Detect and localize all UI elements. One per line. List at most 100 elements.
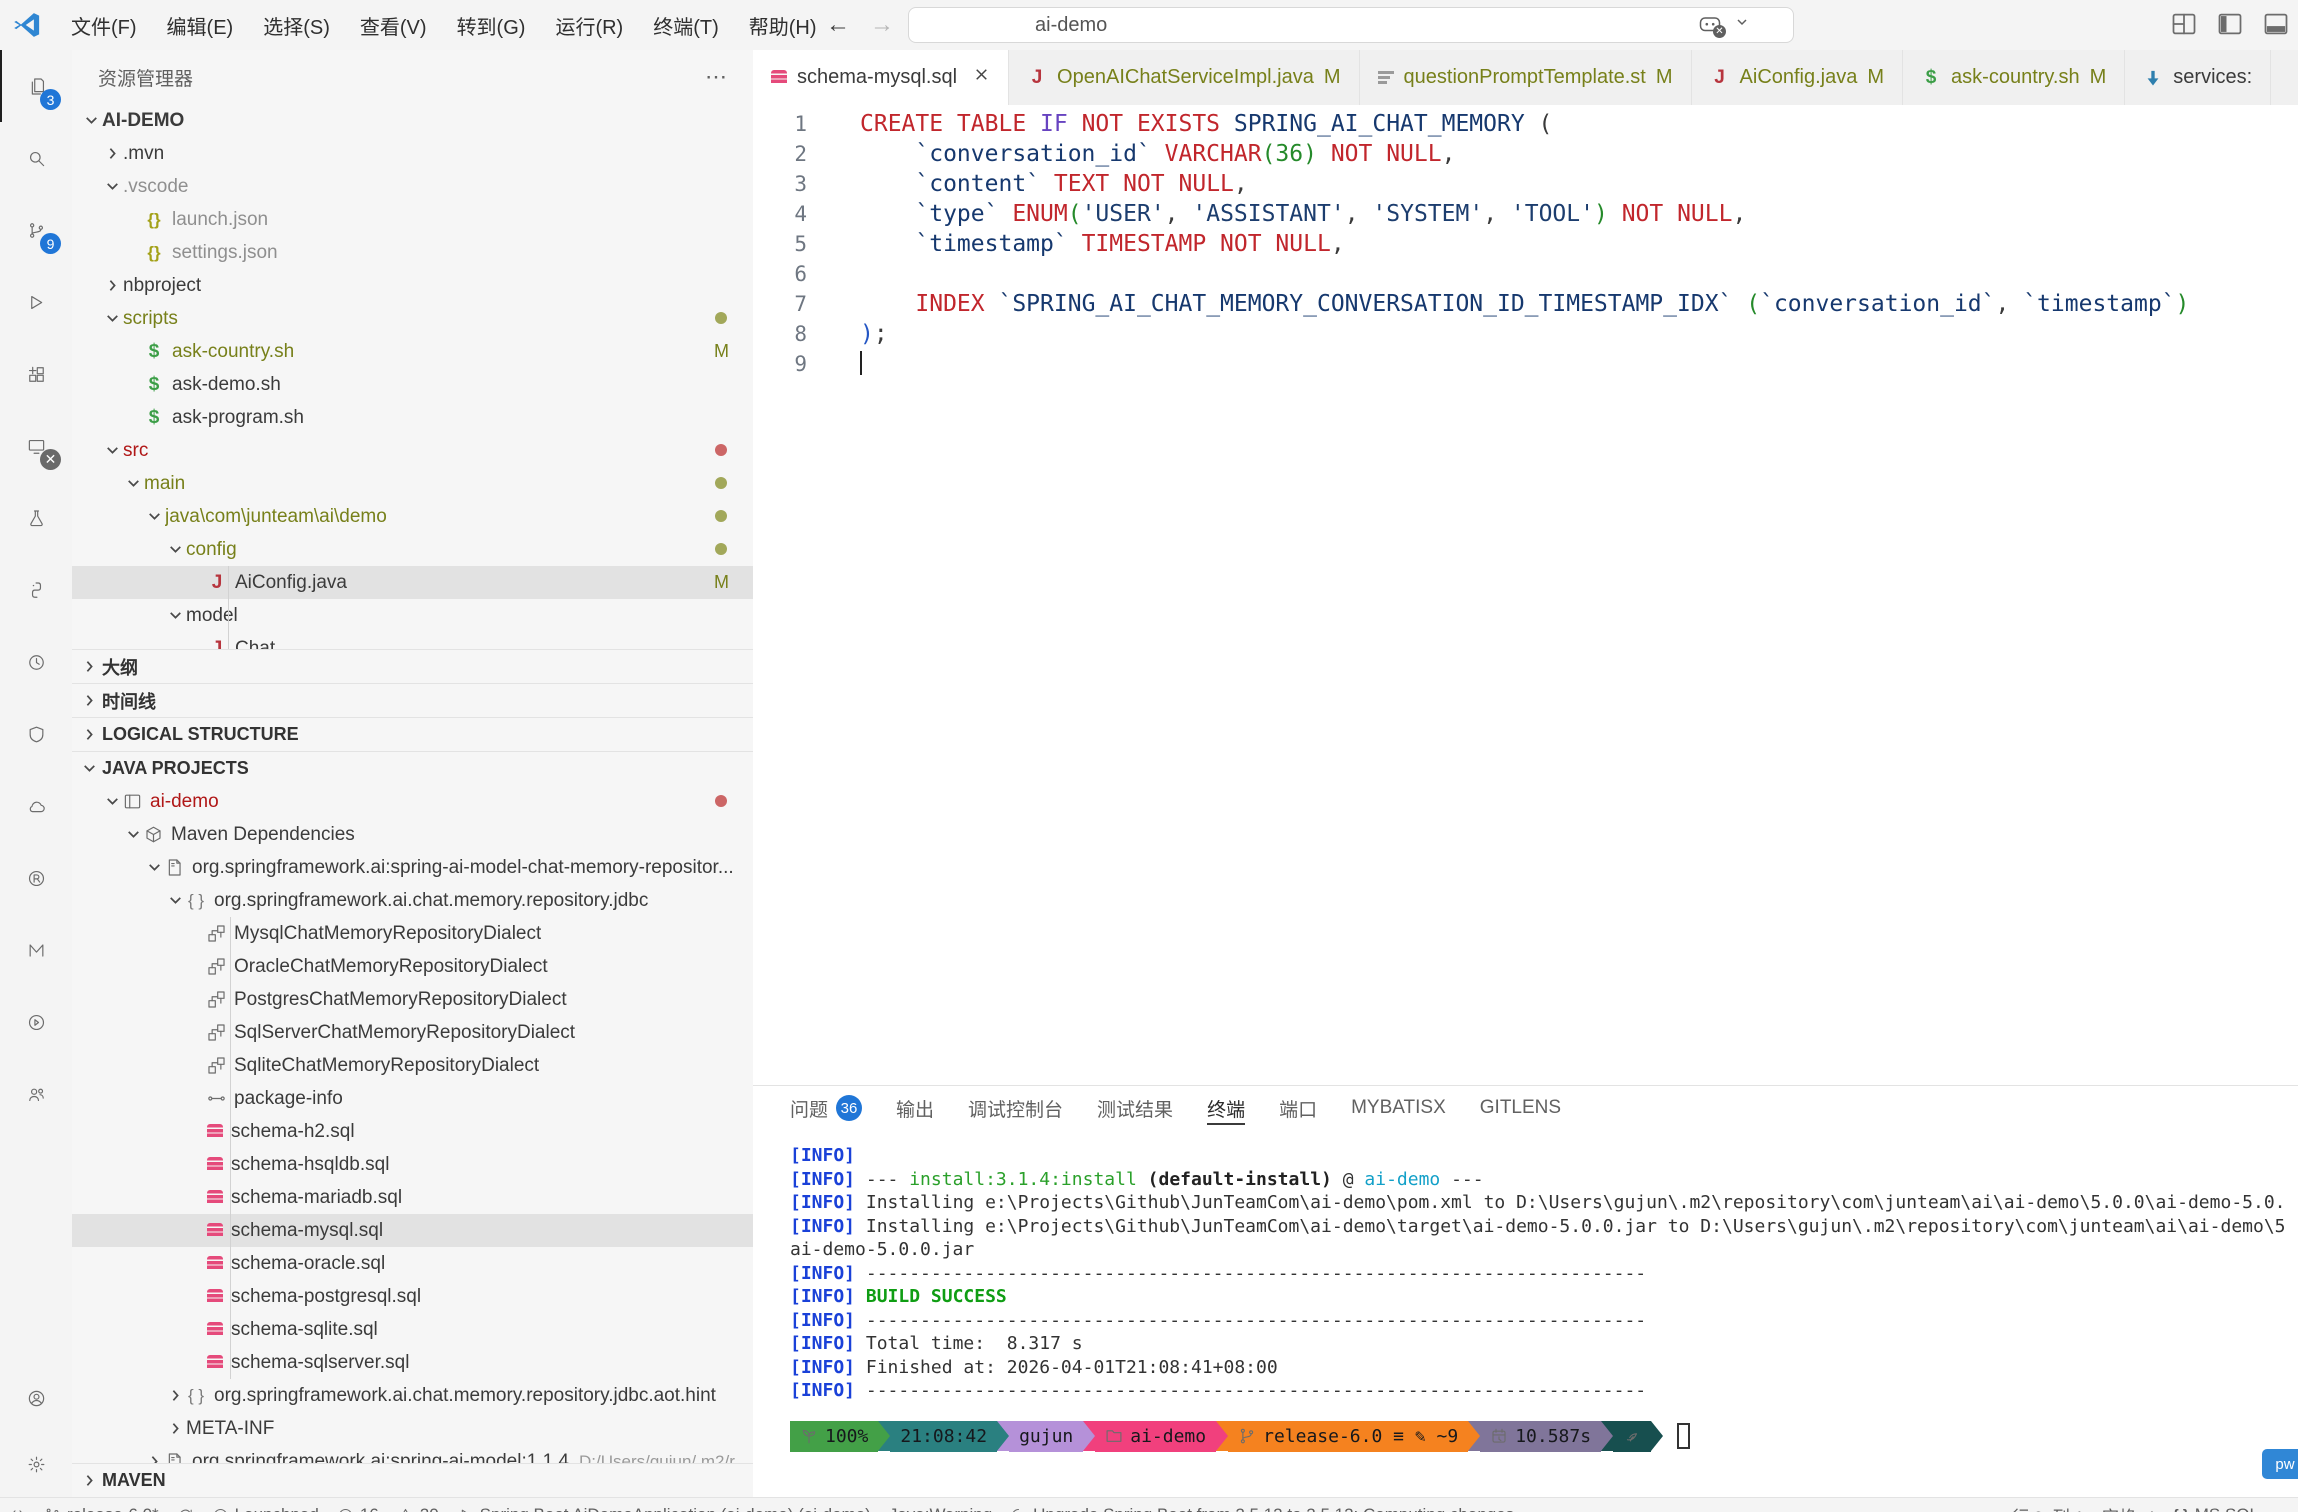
jp-schema-sqlserver-sql[interactable]: schema-sqlserver.sql [72, 1346, 753, 1379]
activity-live-share[interactable] [0, 1058, 72, 1130]
file-scripts[interactable]: scripts [72, 302, 753, 335]
activity-settings[interactable] [0, 1431, 72, 1497]
jp-sqlserverchatmemoryrepositorydialect[interactable]: SqlServerChatMemoryRepositoryDialect [72, 1016, 753, 1049]
panel-tab-item[interactable]: 测试结果 [1097, 1086, 1173, 1130]
panel-tab-item[interactable]: 输出 [896, 1086, 934, 1130]
jp-org-springframework-ai-chat-memory-repos[interactable]: { } org.springframework.ai.chat.memory.re… [72, 1379, 753, 1412]
jp-org-springframework-ai-chat-memory-repos[interactable]: { } org.springframework.ai.chat.memory.re… [72, 884, 753, 917]
file-config[interactable]: config [72, 533, 753, 566]
file-java-com-junteam-ai-demo[interactable]: java\com\junteam\ai\demo [72, 500, 753, 533]
section-java-projects[interactable]: JAVA PROJECTS [72, 751, 753, 785]
terminal-output[interactable]: [INFO] [INFO] --- install:3.1.4:install (… [753, 1130, 2298, 1403]
file-settings-json[interactable]: {} settings.json [72, 236, 753, 269]
menu-h[interactable]: 帮助(H) [734, 0, 832, 50]
panel-tab-item[interactable]: 端口 [1279, 1086, 1317, 1130]
file-ask-program-sh[interactable]: $ ask-program.sh [72, 401, 753, 434]
menu-f[interactable]: 文件(F) [56, 0, 152, 50]
toggle-panel-icon[interactable] [2262, 10, 2290, 38]
status-problems-errors[interactable]: 16 [328, 1505, 388, 1512]
panel-tab-item[interactable]: 调试控制台 [968, 1086, 1063, 1130]
activity-gradle[interactable] [0, 986, 72, 1058]
jp-maven-dependencies[interactable]: Maven Dependencies [72, 818, 753, 851]
jp-package-info[interactable]: package-info [72, 1082, 753, 1115]
back-button[interactable]: ← [820, 11, 856, 39]
panel-tab-mybatisx[interactable]: MYBATISX [1351, 1086, 1446, 1130]
jp-meta-inf[interactable]: META-INF [72, 1412, 753, 1445]
customize-layout-icon[interactable] [2170, 10, 2198, 38]
status-language-mode[interactable]: { } MS SQL [2164, 1503, 2268, 1512]
section-maven[interactable]: MAVEN [72, 1463, 753, 1497]
status-remote[interactable] [0, 1505, 35, 1512]
menu-t[interactable]: 终端(T) [638, 0, 734, 50]
activity-python[interactable] [0, 554, 72, 626]
file-nbproject[interactable]: nbproject [72, 269, 753, 302]
terminal-profile-badge[interactable]: pw [2262, 1449, 2298, 1479]
menu-r[interactable]: 运行(R) [540, 0, 638, 50]
tab-openaichatserviceimpl-java[interactable]: J OpenAIChatServiceImpl.java M [1009, 50, 1360, 105]
tab-schema-mysql-sql[interactable]: schema-mysql.sql [753, 50, 1010, 105]
activity-history[interactable] [0, 626, 72, 698]
file-chat[interactable]: J Chat [72, 632, 753, 650]
jp-schema-sqlite-sql[interactable]: schema-sqlite.sql [72, 1313, 753, 1346]
status-upgrade-progress[interactable]: Upgrade Spring Boot from 2.5.12 to 2.5.1… [1001, 1505, 1537, 1512]
jp-schema-oracle-sql[interactable]: schema-oracle.sql [72, 1247, 753, 1280]
activity-cloud[interactable] [0, 770, 72, 842]
jp-sqlitechatmemoryrepositorydialect[interactable]: SqliteChatMemoryRepositoryDialect [72, 1049, 753, 1082]
tab-questionprompttemplate-st[interactable]: questionPromptTemplate.st M [1359, 50, 1692, 105]
toggle-primary-sidebar-icon[interactable] [2216, 10, 2244, 38]
jp-org-springframework-ai-spring-ai-model-c[interactable]: org.springframework.ai:spring-ai-model-c… [72, 851, 753, 884]
status-spring-boot-run[interactable]: Spring Boot AiDemoApplication (ai-demo) … [448, 1505, 880, 1512]
file-aiconfig-java[interactable]: J AiConfig.java M [72, 566, 753, 599]
file-main[interactable]: main [72, 467, 753, 500]
forward-button[interactable]: → [864, 11, 900, 39]
status-git-sync[interactable] [168, 1505, 203, 1512]
section-item[interactable]: 时间线 [72, 683, 753, 717]
file-ask-country-sh[interactable]: $ ask-country.sh M [72, 335, 753, 368]
file-vscode[interactable]: .vscode [72, 170, 753, 203]
command-center-search[interactable] [908, 7, 1794, 43]
jp-schema-postgresql-sql[interactable]: schema-postgresql.sql [72, 1280, 753, 1313]
jp-schema-mysql-sql[interactable]: schema-mysql.sql [72, 1214, 753, 1247]
panel-tab-gitlens[interactable]: GITLENS [1480, 1086, 1561, 1130]
jp-schema-mariadb-sql[interactable]: schema-mariadb.sql [72, 1181, 753, 1214]
close-icon[interactable] [967, 66, 990, 89]
status-java-status[interactable]: Java:Warning [880, 1505, 1001, 1512]
activity-remote-explorer[interactable]: ✕ [0, 410, 72, 482]
menu-e[interactable]: 编辑(E) [152, 0, 249, 50]
activity-testing[interactable] [0, 482, 72, 554]
jp-oraclechatmemoryrepositorydialect[interactable]: OracleChatMemoryRepositoryDialect [72, 950, 753, 983]
activity-extensions[interactable] [0, 338, 72, 410]
file-model[interactable]: model [72, 599, 753, 632]
copilot-menu[interactable]: ✕ [1698, 12, 1750, 38]
status-cursor-position[interactable]: 行 9, 列 1 [2003, 1503, 2093, 1512]
activity-source-control[interactable]: 9 [0, 194, 72, 266]
file-mvn[interactable]: .mvn [72, 137, 753, 170]
panel-tab-item[interactable]: 终端 [1207, 1086, 1246, 1130]
code-editor[interactable]: 1 CREATE TABLE IF NOT EXISTS SPRING_AI_CH… [753, 105, 2298, 1089]
tab-services[interactable]: services: [2125, 50, 2272, 105]
menu-s[interactable]: 选择(S) [248, 0, 345, 50]
file-launch-json[interactable]: {} launch.json [72, 203, 753, 236]
activity-search[interactable] [0, 122, 72, 194]
menu-g[interactable]: 转到(G) [442, 0, 541, 50]
activity-account[interactable] [0, 1365, 72, 1431]
activity-r-lang[interactable] [0, 842, 72, 914]
file-ai-demo[interactable]: AI-DEMO [72, 104, 753, 137]
views-more-actions-button[interactable]: ⋯ [705, 64, 727, 90]
status-git-branch[interactable]: release-6.0* [35, 1505, 168, 1512]
file-src[interactable]: src [72, 434, 753, 467]
section-logical-structure[interactable]: LOGICAL STRUCTURE [72, 717, 753, 751]
activity-run-debug[interactable] [0, 266, 72, 338]
menu-v[interactable]: 查看(V) [345, 0, 442, 50]
activity-explorer[interactable]: 3 [0, 50, 72, 122]
tab-aiconfig-java[interactable]: J AiConfig.java M [1691, 50, 1904, 105]
activity-security[interactable] [0, 698, 72, 770]
status-indentation[interactable]: 空格: 4 [2093, 1503, 2164, 1512]
status-launchpad[interactable]: Launchpad [203, 1505, 328, 1512]
file-ask-demo-sh[interactable]: $ ask-demo.sh [72, 368, 753, 401]
jp-org-springframework-ai-spring-ai-model-1[interactable]: org.springframework.ai:spring-ai-model:1… [72, 1445, 753, 1463]
jp-schema-hsqldb-sql[interactable]: schema-hsqldb.sql [72, 1148, 753, 1181]
section-item[interactable]: 大纲 [72, 649, 753, 683]
panel-tab-item[interactable]: 问题 36 [790, 1086, 863, 1130]
status-problems-warnings[interactable]: 20 [388, 1505, 448, 1512]
